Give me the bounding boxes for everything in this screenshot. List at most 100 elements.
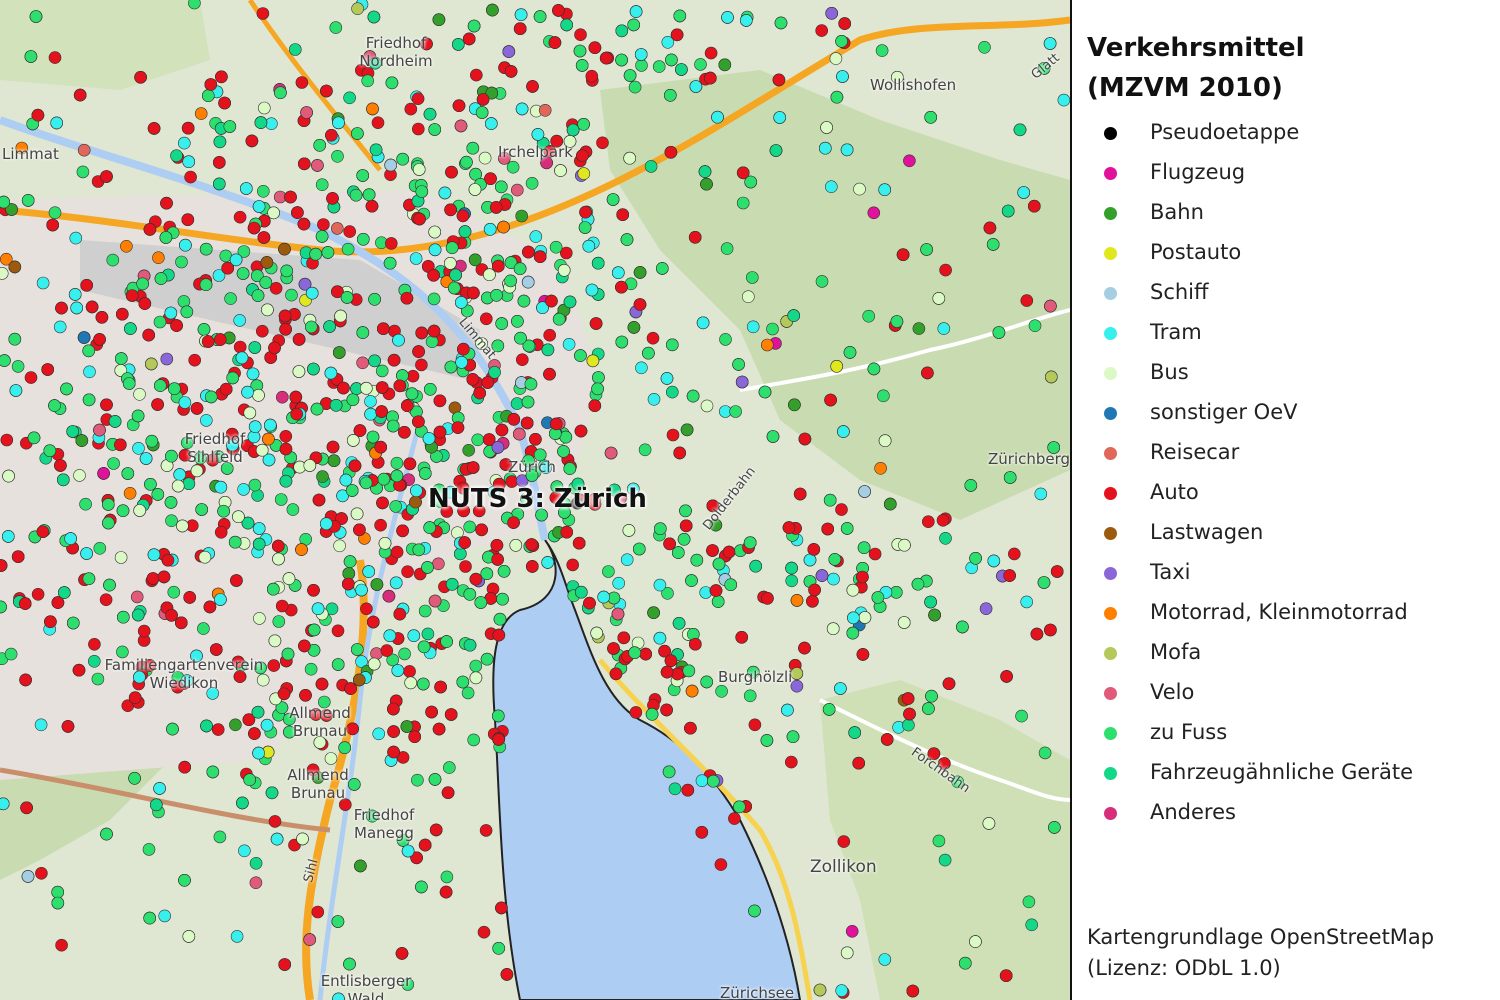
- trip-point: [82, 572, 96, 586]
- trip-point: [200, 414, 213, 427]
- trip-point: [331, 658, 345, 671]
- trip-point: [660, 703, 673, 717]
- trip-point: [275, 390, 289, 404]
- trip-point: [387, 702, 400, 716]
- trip-point: [256, 7, 270, 20]
- trip-point: [134, 71, 147, 84]
- trip-point: [736, 166, 750, 180]
- trip-point: [815, 569, 829, 582]
- trip-point: [714, 858, 728, 871]
- trip-point: [203, 600, 217, 614]
- trip-point: [158, 909, 171, 923]
- trip-point: [938, 853, 952, 867]
- trip-point: [668, 782, 682, 796]
- trip-point: [390, 456, 404, 470]
- trip-point: [387, 725, 400, 738]
- legend-swatch-icon: [1104, 207, 1117, 220]
- trip-point: [116, 307, 129, 321]
- trip-point: [585, 283, 599, 297]
- place-label: Irchelpark: [498, 143, 573, 161]
- trip-point: [173, 468, 186, 481]
- trip-point: [372, 727, 386, 741]
- trip-point: [469, 68, 483, 82]
- trip-point: [429, 823, 443, 837]
- trip-point: [700, 399, 714, 413]
- trip-point: [647, 606, 660, 620]
- trip-point: [615, 335, 629, 349]
- trip-point: [627, 18, 641, 32]
- trip-point: [375, 381, 389, 394]
- map-canvas[interactable]: Friedhof Nordheim Limmat Irchelpark Woll…: [0, 0, 1070, 1000]
- trip-point: [114, 551, 128, 564]
- trip-point: [423, 382, 437, 396]
- trip-point: [413, 212, 426, 226]
- trip-point: [91, 672, 105, 686]
- trip-point: [510, 183, 524, 197]
- trip-point: [475, 106, 489, 119]
- trip-point: [18, 597, 32, 610]
- trip-point: [672, 616, 686, 630]
- trip-point: [121, 467, 135, 480]
- trip-point: [491, 553, 504, 566]
- trip-point: [188, 353, 201, 367]
- trip-point: [552, 4, 565, 17]
- trip-point: [161, 553, 175, 567]
- trip-point: [236, 267, 250, 280]
- trip-point: [351, 127, 364, 140]
- trip-point: [340, 291, 354, 304]
- place-label: Wollishofen: [870, 76, 957, 94]
- trip-point: [374, 518, 387, 532]
- trip-point: [251, 705, 265, 719]
- trip-point: [348, 459, 362, 473]
- trip-point: [592, 371, 605, 384]
- trip-point: [218, 96, 231, 110]
- trip-point: [248, 727, 261, 740]
- trip-point: [259, 276, 273, 289]
- trip-point: [88, 637, 101, 651]
- trip-point: [458, 225, 472, 238]
- trip-point: [468, 253, 482, 267]
- trip-point: [688, 231, 702, 244]
- legend-item: Flugzeug: [1072, 158, 1492, 188]
- trip-point: [890, 315, 904, 328]
- trip-point: [942, 677, 956, 691]
- trip-point: [369, 143, 383, 157]
- trip-point: [206, 765, 220, 779]
- trip-point: [180, 305, 194, 319]
- trip-point: [554, 164, 567, 177]
- trip-point: [541, 343, 555, 357]
- trip-point: [461, 686, 475, 700]
- trip-point: [319, 517, 333, 531]
- trip-point: [590, 626, 604, 640]
- trip-point: [202, 89, 215, 102]
- trip-point: [543, 328, 557, 342]
- trip-point: [652, 60, 666, 73]
- trip-point: [31, 587, 45, 601]
- trip-point: [1028, 199, 1041, 213]
- trip-point: [296, 832, 309, 846]
- legend-swatch-icon: [1104, 807, 1117, 820]
- trip-point: [711, 110, 724, 124]
- legend-swatch-icon: [1104, 287, 1117, 300]
- trip-point: [921, 366, 934, 380]
- trip-point: [343, 957, 356, 971]
- trip-point: [330, 222, 344, 235]
- trip-point: [463, 520, 477, 534]
- trip-point: [588, 399, 602, 413]
- legend-swatch-icon: [1104, 567, 1117, 580]
- trip-point: [164, 496, 178, 509]
- trip-point: [781, 703, 794, 717]
- trip-point: [451, 526, 464, 540]
- trip-point: [739, 14, 753, 27]
- trip-point: [154, 272, 168, 285]
- trip-point: [24, 371, 38, 384]
- trip-point: [463, 587, 477, 601]
- trip-point: [987, 554, 1001, 568]
- trip-point: [1030, 627, 1044, 641]
- trip-point: [786, 730, 800, 744]
- trip-point: [920, 243, 933, 256]
- trip-point: [986, 238, 1000, 251]
- trip-point: [398, 425, 411, 439]
- trip-point: [903, 154, 916, 168]
- trip-point: [1007, 547, 1021, 561]
